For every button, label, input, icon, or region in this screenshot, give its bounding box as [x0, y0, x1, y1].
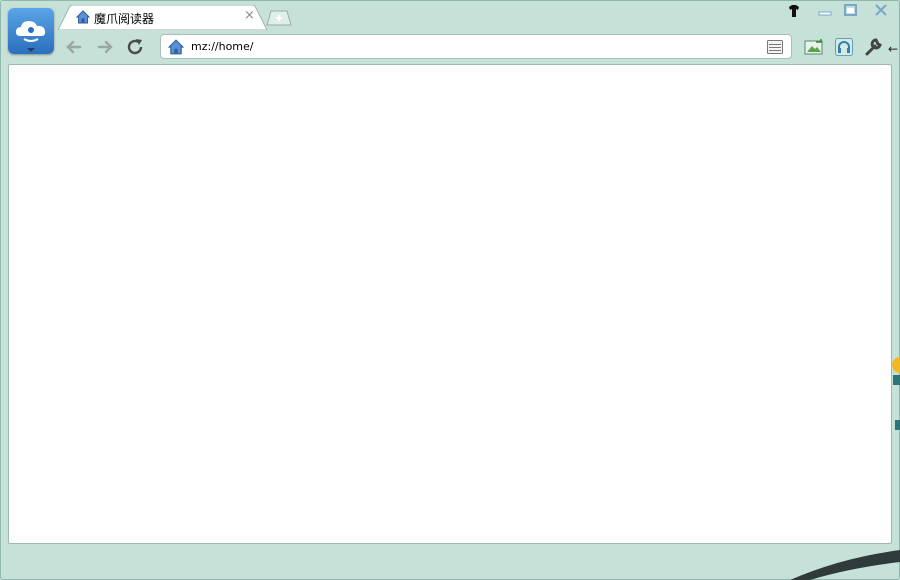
- maximize-icon[interactable]: [842, 3, 860, 19]
- close-icon[interactable]: [872, 3, 890, 19]
- skin-decoration: [892, 357, 900, 430]
- overflow-arrow: ←: [888, 42, 899, 56]
- page-menu-icon[interactable]: [767, 40, 783, 54]
- back-arrow-icon[interactable]: [63, 37, 85, 57]
- tab-home[interactable]: 魔爪阅读器 ×: [58, 5, 268, 30]
- minimize-icon[interactable]: [816, 3, 834, 19]
- home-icon: [76, 10, 90, 24]
- forward-arrow-icon[interactable]: [94, 37, 116, 57]
- image-folder-icon[interactable]: [804, 38, 824, 56]
- new-tab-button[interactable]: [266, 10, 292, 26]
- app-logo-button[interactable]: [8, 8, 54, 54]
- tab-close-button[interactable]: ×: [244, 9, 255, 23]
- tshirt-icon[interactable]: [786, 3, 802, 19]
- reload-icon[interactable]: [125, 37, 147, 57]
- skin-swoosh: [790, 550, 900, 580]
- address-input[interactable]: [191, 37, 751, 56]
- address-bar[interactable]: [160, 34, 792, 59]
- cloud-logo-icon: [16, 21, 46, 52]
- headphones-icon[interactable]: [835, 38, 853, 56]
- wrench-icon[interactable]: [864, 38, 884, 56]
- tab-title: 魔爪阅读器: [94, 12, 155, 26]
- home-icon: [168, 39, 184, 55]
- page-content: [8, 64, 892, 544]
